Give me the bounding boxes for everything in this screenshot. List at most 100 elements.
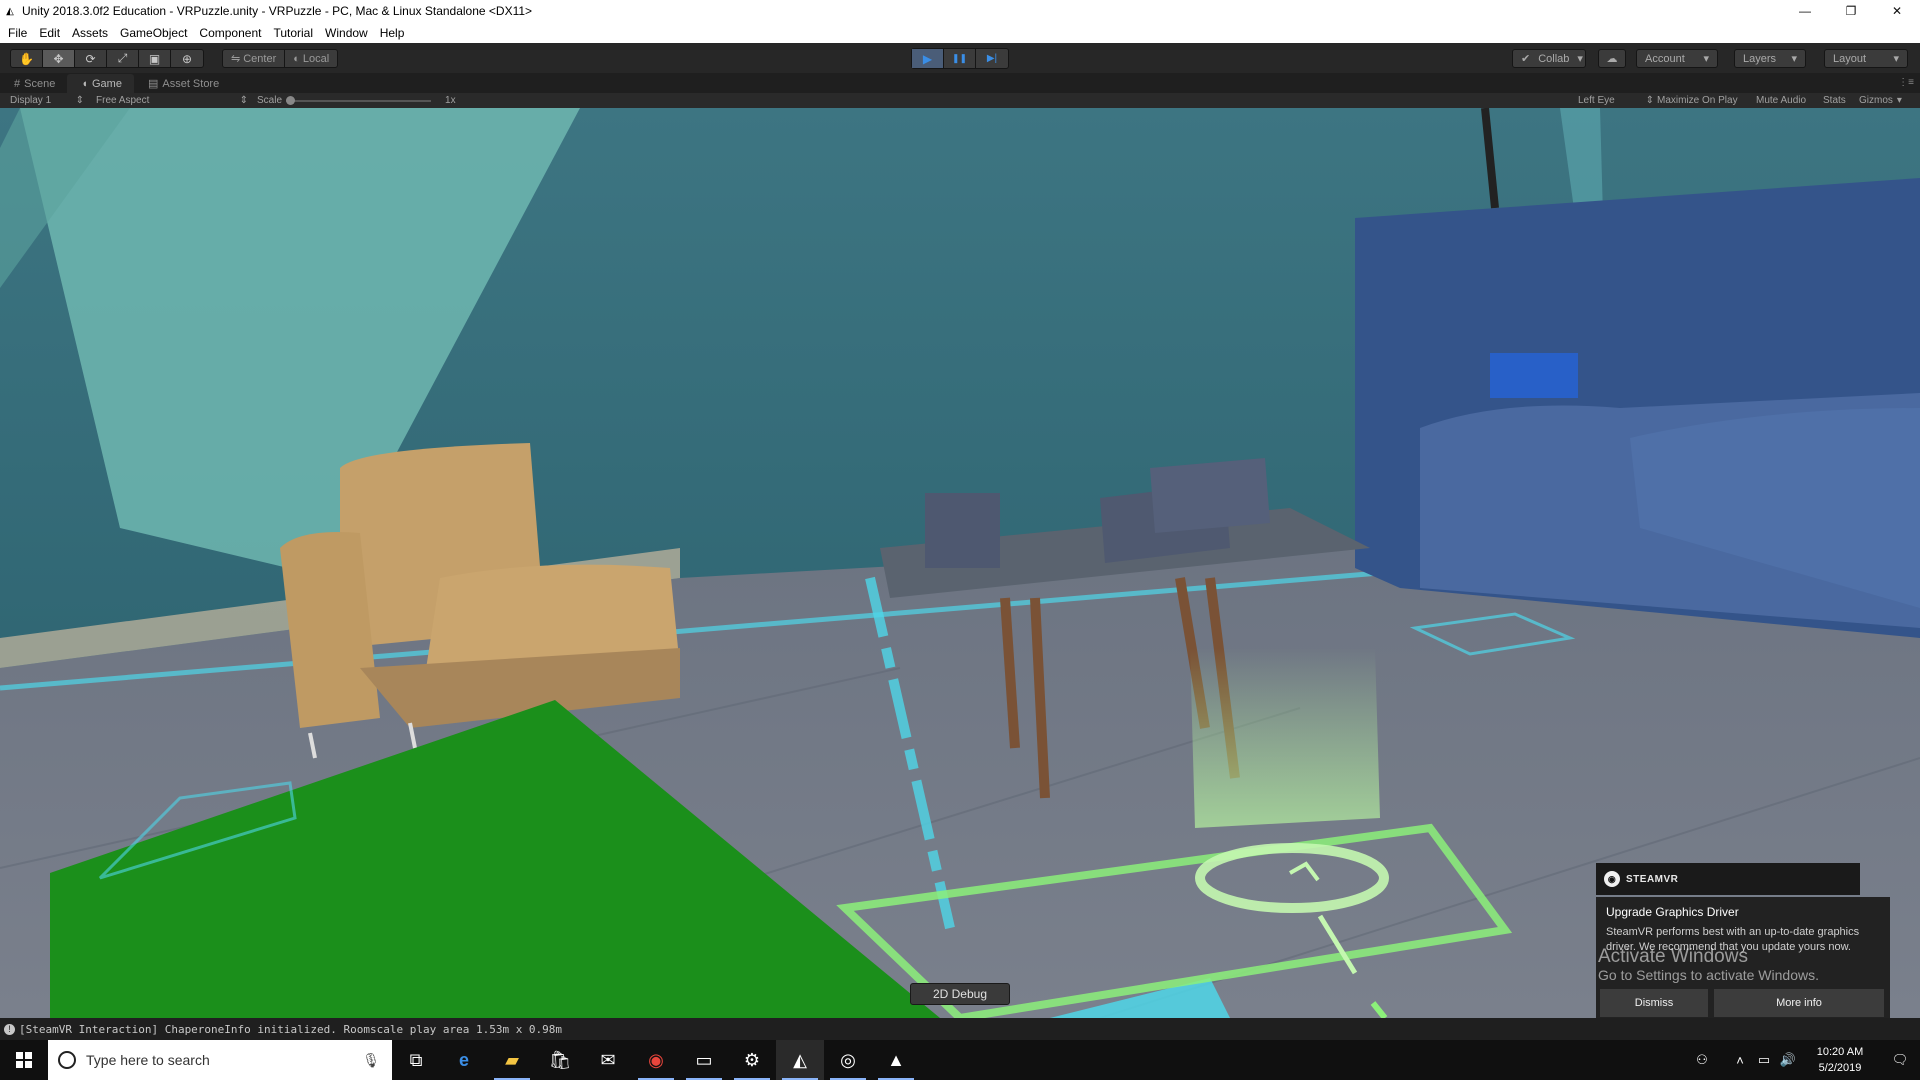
menu-window[interactable]: Window [325,26,368,40]
step-button[interactable]: ▶| [976,49,1008,68]
file-explorer-icon[interactable]: ▰ [488,1040,536,1080]
rect-tool-icon[interactable]: ▣ [139,50,171,67]
menu-file[interactable]: File [8,26,27,40]
menu-help[interactable]: Help [380,26,405,40]
pivot-local-button[interactable]: ◐ Local [285,50,337,67]
chevron-down-icon: ▾ [1896,95,1902,106]
display-dropdown[interactable]: Display 1 ⇕ [10,94,84,107]
move-tool-icon[interactable]: ✥ [43,50,75,67]
steam-icon[interactable]: ⚙ [728,1040,776,1080]
maximize-on-play-toggle[interactable]: Maximize On Play [1657,94,1738,107]
steamvr-icon[interactable]: ◎ [824,1040,872,1080]
layout-label: Layout [1833,52,1867,65]
tab-asset-store[interactable]: ▤ Asset Store [134,74,231,93]
rotate-tool-icon[interactable]: ⟳ [75,50,107,67]
account-label: Account [1645,52,1685,65]
clock-date: 5/2/2019 [1818,1062,1862,1074]
pivot-center-label: Center [243,52,277,65]
play-button[interactable]: ▶ [912,49,944,68]
close-button[interactable]: ✕ [1874,0,1920,22]
task-view-icon[interactable]: ⧉ [392,1040,440,1080]
chevron-down-icon: ▾ [1893,53,1899,65]
menu-component[interactable]: Component [199,26,261,40]
debug-2d-button[interactable]: 2D Debug [910,983,1010,1005]
tab-menu-icon[interactable]: ⋮≡ [1898,77,1914,88]
game-icon: ◖ [81,77,88,90]
menu-gameobject[interactable]: GameObject [120,26,187,40]
mail-icon[interactable]: ✉ [584,1040,632,1080]
scale-slider-handle[interactable] [286,95,296,105]
left-eye-label: Left Eye [1578,95,1615,106]
local-icon: ◐ [293,52,300,65]
menu-edit[interactable]: Edit [39,26,60,40]
dismiss-button[interactable]: Dismiss [1600,989,1708,1017]
people-icon[interactable]: ⚇ [1690,1052,1714,1068]
account-dropdown[interactable]: Account ▾ [1636,49,1718,68]
unity-logo-icon: ◭ [6,5,14,17]
scale-slider[interactable] [286,95,432,105]
chrome-icon[interactable]: ◉ [632,1040,680,1080]
grey-puzzle-block [1150,458,1270,533]
photos-icon[interactable]: ▲ [872,1040,920,1080]
chevron-down-icon: ▾ [1577,53,1583,65]
clock-time: 10:20 AM [1816,1046,1864,1058]
taskbar-search[interactable]: Type here to search 🎙 [48,1040,392,1080]
menu-tutorial[interactable]: Tutorial [273,26,313,40]
stats-label: Stats [1823,95,1846,106]
aspect-label: Free Aspect [96,95,150,106]
clock[interactable]: 10:20 AM 5/2/2019 [1800,1044,1880,1076]
unity-toolbar: ✋ ✥ ⟳ ⤢ ▣ ⊕ ⇋ Center ◐ Local ▶ ❚❚ ▶| ✔ Coll… [0,43,1920,73]
pause-button[interactable]: ❚❚ [944,49,976,68]
layers-dropdown[interactable]: Layers ▾ [1734,49,1806,68]
hand-tool-icon[interactable]: ✋ [11,50,43,67]
sofa [1355,178,1920,638]
network-icon[interactable]: ▭ [1752,1052,1776,1068]
windows-taskbar: Type here to search 🎙 ⧉ e ▰ 🛍 ✉ ◉ ▭ ⚙ ◭ … [0,1040,1920,1080]
menu-assets[interactable]: Assets [72,26,108,40]
updown-icon: ⇕ [75,95,84,106]
chevron-up-icon[interactable]: ˄ [1728,1053,1752,1068]
oculus-icon[interactable]: ▭ [680,1040,728,1080]
store-icon[interactable]: 🛍 [536,1040,584,1080]
search-placeholder: Type here to search [86,1052,210,1068]
start-button[interactable] [0,1040,48,1080]
unity-icon[interactable]: ◭ [776,1040,824,1080]
aspect-dropdown[interactable]: Free Aspect ⇕ [96,94,248,107]
stats-toggle[interactable]: Stats [1823,94,1846,107]
pivot-local-label: Local [302,52,330,65]
tab-scene[interactable]: # Scene [0,74,67,93]
steamvr-header: ◉ STEAMVR [1596,863,1860,895]
scale-tool-icon[interactable]: ⤢ [107,50,139,67]
layers-label: Layers [1743,52,1777,65]
chevron-down-icon: ▾ [1791,53,1797,65]
status-message: [SteamVR Interaction] ChaperoneInfo init… [19,1022,563,1036]
gizmos-dropdown[interactable]: Gizmos ▾ [1859,94,1902,107]
steamvr-brand: STEAMVR [1626,873,1679,885]
eye-dropdown[interactable]: Left Eye ⇕ [1578,94,1654,107]
updown-icon: ⇕ [1645,95,1654,106]
console-status-bar[interactable]: ! [SteamVR Interaction] ChaperoneInfo in… [0,1018,1920,1040]
collab-label: Collab [1538,52,1570,65]
maximize-on-play-label: Maximize On Play [1657,95,1738,106]
steamvr-title: Upgrade Graphics Driver [1606,905,1739,919]
edge-icon[interactable]: e [440,1040,488,1080]
grey-puzzle-block [925,493,1000,568]
pivot-center-button[interactable]: ⇋ Center [223,50,286,67]
notifications-icon[interactable]: 🗨 [1880,1052,1920,1068]
pivot-icon: ⇋ [231,53,241,65]
mute-audio-toggle[interactable]: Mute Audio [1756,94,1806,107]
transform-tool-icon[interactable]: ⊕ [171,50,203,67]
volume-icon[interactable]: 🔊 [1776,1052,1800,1068]
asset-store-icon: ▤ [147,78,159,90]
maximize-button[interactable]: ❐ [1828,0,1874,22]
more-info-button[interactable]: More info [1714,989,1884,1017]
minimize-button[interactable]: — [1782,0,1828,22]
microphone-icon[interactable]: 🎙 [362,1052,380,1069]
layout-dropdown[interactable]: Layout ▾ [1824,49,1908,68]
steamvr-body: Upgrade Graphics Driver SteamVR performs… [1596,897,1890,1027]
collab-dropdown[interactable]: ✔ Collab ▾ [1512,49,1586,68]
cortana-icon [58,1051,76,1069]
mute-audio-label: Mute Audio [1756,95,1807,106]
tab-game[interactable]: ◖ Game [67,74,134,93]
cloud-button[interactable]: ☁ [1598,49,1626,68]
